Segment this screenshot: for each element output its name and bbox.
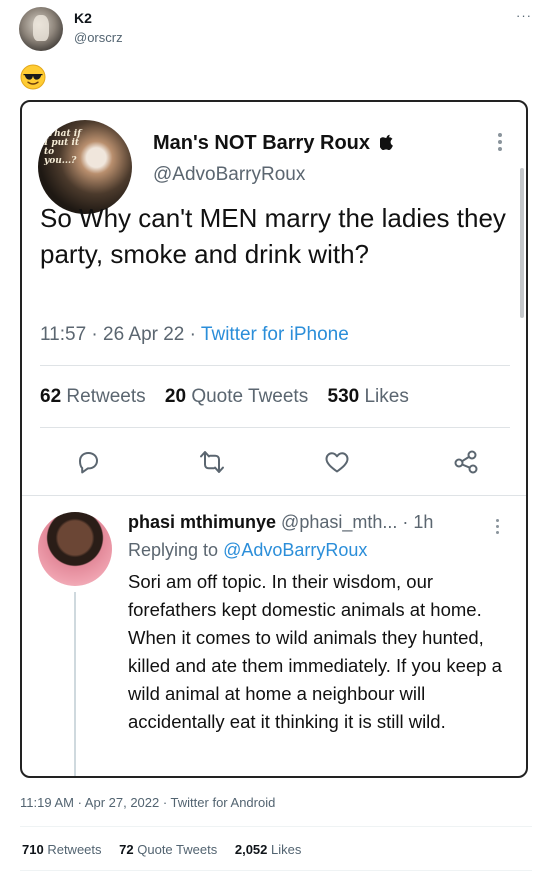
reply-author-handle: @phasi_mth... (281, 512, 398, 532)
divider (22, 495, 526, 496)
quoted-tweet-text: So Why can't MEN marry the ladies they p… (40, 203, 506, 269)
reply-more-icon (496, 516, 502, 537)
post-stats: 710 Retweets 72 Quote Tweets 2,052 Likes (22, 842, 301, 857)
apple-logo-icon (378, 134, 393, 151)
quoted-time: 11:57 (40, 324, 87, 345)
tweet-screenshot-image[interactable]: What if I put it to you...? Man's NOT Ba… (20, 100, 528, 778)
quoted-author-name-text: Man's NOT Barry Roux (153, 132, 371, 154)
quoted-retweets-label: Retweets (66, 386, 146, 407)
author-name[interactable]: K2 (74, 10, 92, 26)
quoted-tweet-meta: 11:57 · 26 Apr 22 · Twitter for iPhone (40, 324, 349, 346)
replying-prefix: Replying to (128, 540, 219, 560)
author-avatar[interactable] (19, 7, 63, 51)
divider (40, 427, 510, 428)
divider (20, 826, 532, 827)
meta-dot: · (189, 324, 196, 345)
avatar-note-text: What if I put it to you...? (44, 129, 82, 166)
replying-to: Replying to @AdvoBarryRoux (128, 540, 367, 561)
divider (40, 365, 510, 366)
quoted-likes-count: 530 (327, 386, 360, 407)
quoted-source-app: Twitter for iPhone (200, 324, 349, 345)
quoted-more-icon (498, 130, 504, 154)
quoted-retweets-count: 62 (40, 386, 62, 407)
post-likes-label[interactable]: Likes (271, 842, 301, 857)
quoted-tweet-stats: 62 Retweets 20 Quote Tweets 530 Likes (40, 386, 409, 408)
like-icon (323, 448, 351, 476)
reply-icon (74, 448, 102, 476)
reply-author-name: phasi mthimunye (128, 512, 277, 532)
more-options-button[interactable]: ··· (516, 8, 532, 23)
quoted-date: 26 Apr 22 (103, 324, 185, 345)
share-icon (452, 448, 480, 476)
quoted-author-handle: @AdvoBarryRoux (153, 164, 306, 185)
quoted-author-name: Man's NOT Barry Roux (153, 132, 394, 155)
post-retweets-count[interactable]: 710 (22, 842, 44, 857)
thread-line (74, 592, 76, 776)
quoted-quotes-count: 20 (164, 386, 187, 407)
replying-mention: @AdvoBarryRoux (223, 540, 368, 560)
post-likes-count[interactable]: 2,052 (235, 842, 268, 857)
author-handle[interactable]: @orscrz (74, 30, 123, 45)
post-timestamp[interactable]: 11:19 AM · Apr 27, 2022 · Twitter for An… (20, 795, 275, 810)
reply-age: · 1h (402, 512, 434, 532)
reply-text: Sori am off topic. In their wisdom, our … (128, 571, 502, 732)
quoted-likes-label: Likes (364, 386, 409, 407)
quoted-quotes-label: Quote Tweets (191, 386, 309, 407)
post-quotes-count[interactable]: 72 (119, 842, 133, 857)
smiling-face-with-sunglasses-icon (20, 64, 46, 90)
post-quotes-label[interactable]: Quote Tweets (137, 842, 217, 857)
meta-dot: · (91, 324, 98, 345)
reply-author-avatar (38, 512, 112, 586)
post-retweets-label[interactable]: Retweets (47, 842, 101, 857)
scrollbar (520, 168, 524, 318)
retweet-icon (198, 448, 226, 476)
reply-header: phasi mthimunye @phasi_mth... · 1h (128, 512, 433, 533)
divider (20, 870, 532, 871)
